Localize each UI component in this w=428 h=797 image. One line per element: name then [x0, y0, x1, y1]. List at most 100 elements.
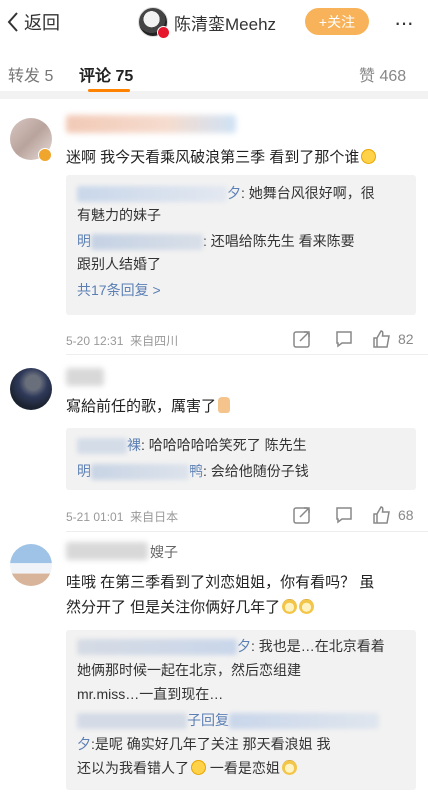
reply-button[interactable]	[334, 505, 354, 525]
reply-author-blurred[interactable]	[77, 438, 127, 455]
author-name[interactable]: 陈清銮Meehz	[174, 10, 276, 35]
reply-text: 跟别人结婚了	[77, 256, 161, 272]
share-button[interactable]	[292, 329, 312, 349]
follow-button[interactable]: +关注	[305, 8, 369, 35]
reply-line: 有魅力的妹子	[77, 204, 161, 226]
comment-item: 寫給前任的歌，厲害了 裸: 哈哈哈哈哈笑死了 陈先生 明 鸭: 会给他随份子钱 5…	[0, 362, 428, 532]
reply-author[interactable]: 裸	[127, 437, 141, 453]
reply-line: 夕:是呢 确实好几年了关注 那天看浪姐 我	[77, 733, 331, 755]
reply-text: : 我也是…在北京看着	[251, 638, 385, 654]
comment-text: 迷啊 我今天看乘风破浪第三季 看到了那个谁	[66, 145, 377, 170]
cry-laugh-emoji-icon	[361, 149, 377, 164]
divider	[66, 354, 428, 355]
like-count: 68	[398, 507, 414, 523]
reply-text: :是呢 确实好几年了关注 那天看浪姐 我	[91, 736, 331, 752]
reply-text: : 哈哈哈哈哈笑死了 陈先生	[141, 437, 307, 453]
verified-badge-icon	[157, 26, 170, 39]
like-count: 82	[398, 331, 414, 347]
reply-text: 她俩那时候一起在北京，然后恋组建	[77, 662, 301, 678]
reply-author-blurred[interactable]	[91, 464, 189, 481]
reply-line: mr.miss…一直到现在…	[77, 683, 223, 705]
comment-item: 迷啊 我今天看乘风破浪第三季 看到了那个谁 夕: 她舞台风很好啊，很 有魅力的妹…	[0, 107, 428, 355]
top-bar: 返回 陈清銮Meehz +关注 ···	[0, 0, 428, 44]
comment-item: 嫂子 哇哦 在第三季看到了刘恋姐姐，你有看吗？ 虽 然分开了 但是关注你俩好几年…	[0, 536, 428, 797]
chevron-left-icon	[7, 12, 18, 32]
comment-body: 寫給前任的歌，厲害了	[66, 398, 217, 415]
like-button[interactable]: 82	[372, 329, 414, 349]
comment-icon	[336, 331, 352, 348]
reply-line: 还以为我看错人了 一看是恋姐	[77, 757, 297, 779]
commenter-name[interactable]	[66, 368, 104, 386]
tab-bar: 转发 5 评论 75 赞 468	[0, 44, 428, 99]
comment-body-line: 哇哦 在第三季看到了刘恋姐姐，你有看吗？ 虽	[66, 574, 375, 591]
thumbs-up-icon	[373, 330, 390, 348]
reply-text: 一看是恋姐	[206, 760, 280, 776]
share-icon	[293, 507, 310, 524]
reply-text: 有魅力的妹子	[77, 207, 161, 223]
comment-meta: 5-20 12:31 来自四川	[66, 332, 178, 349]
reply-text: : 还唱给陈先生 看来陈要	[203, 233, 355, 249]
replies-box[interactable]: 夕: 我也是…在北京看着 她俩那时候一起在北京，然后恋组建 mr.miss…一直…	[66, 630, 416, 790]
reply-author[interactable]: 明	[77, 463, 91, 479]
reply-line: 跟别人结婚了	[77, 253, 161, 275]
reply-text: 还以为我看错人了	[77, 760, 189, 776]
comment-time: 5-20 12:31	[66, 334, 124, 348]
reply-author[interactable]: 夕	[237, 638, 251, 654]
comment-body-line: 然分开了 但是关注你俩好几年了	[66, 595, 374, 620]
more-options-icon[interactable]: ···	[394, 10, 414, 36]
reply-author-blurred[interactable]	[77, 186, 227, 203]
reply-button[interactable]	[334, 329, 354, 349]
vip-badge-icon	[38, 148, 52, 162]
reply-line: 夕: 我也是…在北京看着	[77, 635, 385, 657]
more-replies-link[interactable]: 共17条回复 >	[77, 279, 161, 301]
share-icon	[293, 331, 310, 348]
divider	[66, 531, 428, 532]
author-avatar[interactable]	[138, 7, 170, 39]
comment-source: 来自日本	[130, 510, 179, 524]
commenter-name[interactable]	[66, 542, 148, 560]
reply-line: 子回复	[77, 709, 379, 731]
tab-repost[interactable]: 转发 5	[8, 62, 53, 86]
comment-source: 来自四川	[130, 334, 179, 348]
reply-author[interactable]: 鸭	[189, 463, 203, 479]
comment-time: 5-21 01:01	[66, 510, 124, 524]
reply-author-blurred[interactable]	[91, 234, 203, 251]
comment-icon	[336, 507, 352, 524]
reply-author[interactable]: 夕	[227, 185, 241, 201]
back-label: 返回	[24, 13, 60, 33]
reply-line: 裸: 哈哈哈哈哈笑死了 陈先生	[77, 434, 307, 456]
avatar[interactable]	[10, 544, 52, 586]
thumbs-up-emoji-icon	[218, 397, 231, 413]
active-tab-indicator	[88, 89, 130, 92]
like-button[interactable]: 68	[372, 505, 414, 525]
reply-author-blurred[interactable]	[77, 713, 187, 730]
reply-author-blurred[interactable]	[77, 639, 237, 656]
replies-box[interactable]: 裸: 哈哈哈哈哈笑死了 陈先生 明 鸭: 会给他随份子钱	[66, 428, 416, 490]
reply-author[interactable]: 夕	[77, 736, 91, 752]
cat-face-emoji-icon	[281, 760, 297, 775]
tab-comments[interactable]: 评论 75	[79, 62, 133, 86]
back-button[interactable]: 返回	[6, 9, 60, 35]
comment-text: 寫給前任的歌，厲害了	[66, 394, 231, 419]
cat-face-emoji-icon	[299, 599, 315, 614]
reply-text: mr.miss…一直到现在…	[77, 686, 224, 702]
reply-author[interactable]: 明	[77, 233, 91, 249]
reply-author[interactable]: 子回复	[187, 712, 229, 728]
replies-box[interactable]: 夕: 她舞台风很好啊，很 有魅力的妹子 明 : 还唱给陈先生 看来陈要 跟别人结婚…	[66, 175, 416, 315]
commenter-name-suffix[interactable]: 嫂子	[150, 542, 178, 562]
reply-target-blurred[interactable]	[229, 713, 379, 730]
cry-laugh-emoji-icon	[191, 760, 206, 775]
share-button[interactable]	[292, 505, 312, 525]
reply-line: 她俩那时候一起在北京，然后恋组建	[77, 659, 301, 681]
tab-likes[interactable]: 赞 468	[359, 62, 406, 86]
thumbs-up-icon	[373, 506, 390, 524]
reply-line: 明 鸭: 会给他随份子钱	[77, 460, 309, 482]
commenter-name[interactable]	[66, 115, 236, 133]
comment-body: 然分开了 但是关注你俩好几年了	[66, 599, 281, 616]
reply-text: : 她舞台风很好啊，很	[241, 185, 375, 201]
comment-meta: 5-21 01:01 来自日本	[66, 508, 178, 525]
reply-line: 明 : 还唱给陈先生 看来陈要	[77, 230, 355, 252]
comment-body: 迷啊 我今天看乘风破浪第三季 看到了那个谁	[66, 149, 360, 166]
avatar[interactable]	[10, 368, 52, 410]
cat-face-emoji-icon	[282, 599, 298, 614]
